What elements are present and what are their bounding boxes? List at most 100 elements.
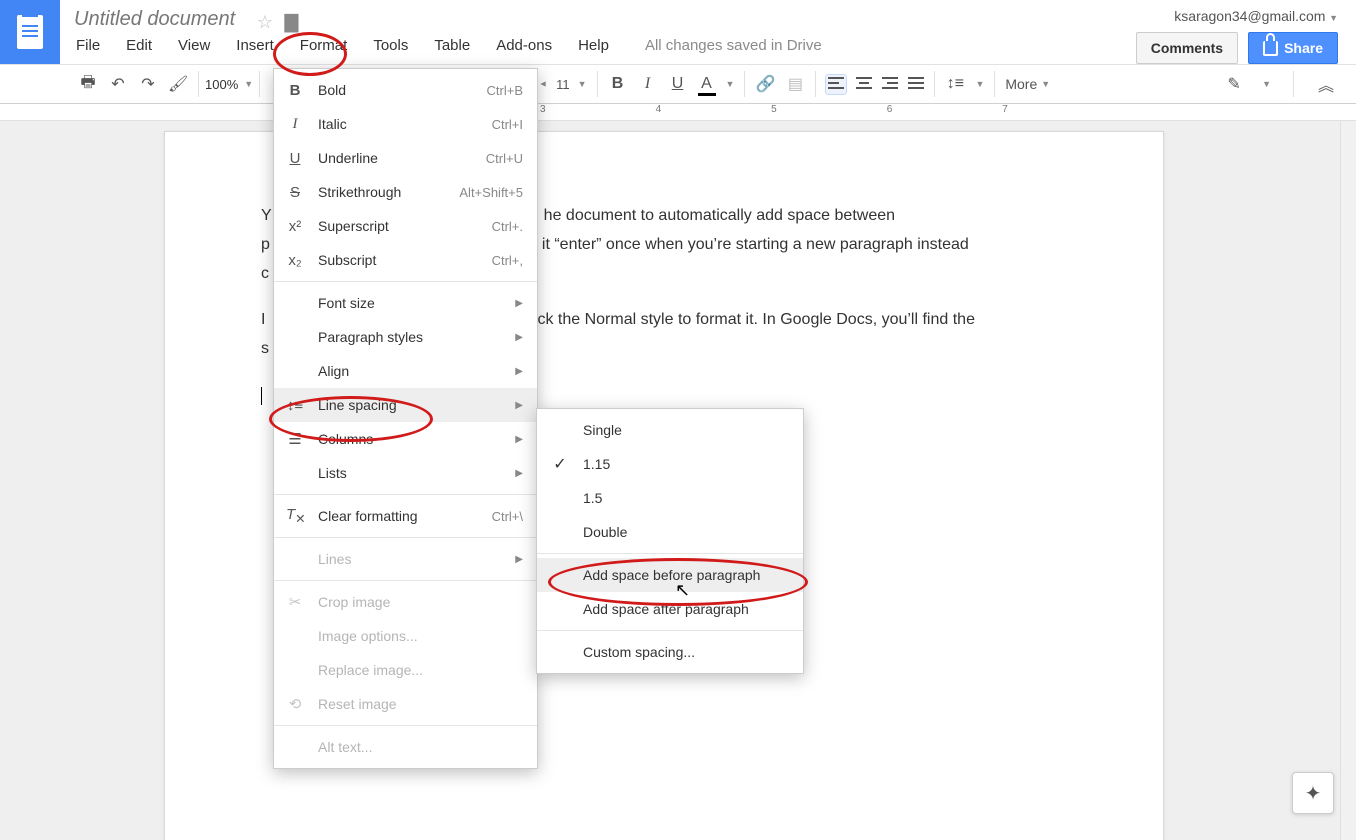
spacing-single[interactable]: Single (537, 413, 803, 447)
zoom-select[interactable]: 100%▼ (203, 77, 255, 92)
clear-format-icon: T✕ (286, 506, 304, 526)
menu-file[interactable]: File (74, 35, 102, 56)
spacing-1-15[interactable]: ✓1.15 (537, 447, 803, 481)
underline-icon: U (286, 150, 304, 167)
chevron-right-icon: ▶ (515, 366, 523, 377)
format-columns[interactable]: ☰Columns▶ (274, 422, 537, 456)
bold-icon: B (286, 82, 304, 99)
format-menu-dropdown: BBoldCtrl+B IItalicCtrl+I UUnderlineCtrl… (273, 68, 538, 769)
format-lists[interactable]: Lists▶ (274, 456, 537, 490)
crop-icon: ✂ (286, 593, 304, 611)
body-text: Y (261, 207, 272, 224)
menu-insert[interactable]: Insert (234, 35, 276, 56)
chevron-right-icon: ▶ (515, 400, 523, 411)
insert-link-icon[interactable]: 🔗 (755, 74, 775, 94)
format-paragraph-styles[interactable]: Paragraph styles▶ (274, 320, 537, 354)
paint-format-icon[interactable]: 🖌 (168, 74, 188, 94)
caret-down-icon: ▼ (975, 79, 984, 89)
undo-icon[interactable]: ↶ (108, 74, 128, 94)
italic-icon: I (286, 116, 304, 133)
caret-down-icon: ▼ (1329, 13, 1338, 23)
body-text: it “enter” once when you’re starting a n… (542, 236, 969, 253)
menu-format[interactable]: Format (298, 35, 350, 56)
superscript-icon: x² (286, 218, 304, 235)
reset-image-icon: ⟲ (286, 695, 304, 713)
italic-button[interactable]: I (638, 75, 658, 93)
save-status: All changes saved in Drive (645, 37, 822, 54)
format-superscript[interactable]: x²SuperscriptCtrl+. (274, 209, 537, 243)
menu-view[interactable]: View (176, 35, 212, 56)
vertical-scrollbar[interactable] (1340, 121, 1356, 840)
collapse-icon[interactable]: ︽ (1316, 72, 1336, 96)
font-size-value: 11 (556, 77, 570, 92)
align-justify-button[interactable] (908, 77, 924, 92)
account-area: ksaragon34@gmail.com ▼ Comments Share (1136, 0, 1356, 64)
menu-tools[interactable]: Tools (371, 35, 410, 56)
format-align[interactable]: Align▶ (274, 354, 537, 388)
format-clear-formatting[interactable]: T✕Clear formattingCtrl+\ (274, 499, 537, 533)
title-bar: Untitled document ☆ ▇ File Edit View Ins… (0, 0, 1356, 65)
underline-button[interactable]: U (668, 75, 688, 93)
align-right-button[interactable] (882, 77, 898, 92)
folder-icon[interactable]: ▇ (284, 13, 302, 31)
document-title[interactable]: Untitled document (74, 8, 235, 30)
format-image-options: Image options... (274, 619, 537, 653)
ruler[interactable]: 34567 (0, 104, 1356, 121)
body-text: c (261, 265, 269, 282)
explore-button[interactable]: ✦ (1292, 772, 1334, 814)
editing-mode-icon[interactable]: ✎ (1224, 74, 1244, 94)
redo-icon[interactable]: ↷ (138, 74, 158, 94)
format-strikethrough[interactable]: SStrikethroughAlt+Shift+5 (274, 175, 537, 209)
format-font-size[interactable]: Font size▶ (274, 286, 537, 320)
menu-help[interactable]: Help (576, 35, 611, 56)
title-area: Untitled document ☆ ▇ File Edit View Ins… (60, 0, 822, 56)
body-text: he document to automatically add space b… (544, 207, 895, 224)
format-bold[interactable]: BBoldCtrl+B (274, 73, 537, 107)
share-button[interactable]: Share (1248, 32, 1338, 64)
more-button[interactable]: More▼ (999, 76, 1056, 92)
caret-down-icon: ▼ (244, 79, 253, 89)
spacing-1-5[interactable]: 1.5 (537, 481, 803, 515)
comments-button[interactable]: Comments (1136, 32, 1238, 64)
bold-button[interactable]: B (608, 75, 628, 93)
lock-icon (1263, 41, 1278, 56)
format-underline[interactable]: UUnderlineCtrl+U (274, 141, 537, 175)
spacing-double[interactable]: Double (537, 515, 803, 549)
add-space-before-paragraph[interactable]: Add space before paragraph (537, 558, 803, 592)
chevron-right-icon: ▶ (515, 332, 523, 343)
menu-edit[interactable]: Edit (124, 35, 154, 56)
print-icon[interactable]: 🖶 (78, 71, 98, 98)
chevron-right-icon: ▶ (515, 468, 523, 479)
format-italic[interactable]: IItalicCtrl+I (274, 107, 537, 141)
toolbar: 🖶 ↶ ↷ 🖌 100%▼ ▼ 11 ▼ B I U A ▼ 🔗 ▤ ↕≡▼ M… (0, 65, 1356, 104)
format-replace-image: Replace image... (274, 653, 537, 687)
caret-down-icon: ▼ (1041, 79, 1050, 89)
line-spacing-button[interactable]: ↕≡▼ (939, 75, 990, 93)
columns-icon: ☰ (286, 430, 304, 448)
caret-down-icon: ▼ (578, 79, 587, 89)
format-lines: Lines▶ (274, 542, 537, 576)
format-alt-text: Alt text... (274, 730, 537, 764)
add-space-after-paragraph[interactable]: Add space after paragraph (537, 592, 803, 626)
account-email[interactable]: ksaragon34@gmail.com ▼ (1174, 8, 1338, 24)
chevron-right-icon: ▶ (515, 298, 523, 309)
title-icons: ☆ ▇ (257, 13, 309, 31)
check-icon: ✓ (551, 454, 569, 474)
format-subscript[interactable]: x₂SubscriptCtrl+, (274, 243, 537, 277)
star-icon[interactable]: ☆ (257, 13, 275, 31)
custom-spacing[interactable]: Custom spacing... (537, 635, 803, 669)
menu-addons[interactable]: Add-ons (494, 35, 554, 56)
docs-logo[interactable] (0, 0, 60, 64)
align-left-button[interactable] (826, 75, 846, 94)
chevron-right-icon: ▶ (515, 434, 523, 445)
menu-table[interactable]: Table (432, 35, 472, 56)
strikethrough-icon: S (286, 184, 304, 201)
caret-down-icon: ▼ (1262, 79, 1271, 89)
text-color-button[interactable]: A (698, 75, 716, 93)
caret-down-icon: ▼ (726, 79, 735, 89)
align-center-button[interactable] (856, 77, 872, 92)
format-line-spacing[interactable]: ↕≡Line spacing▶ (274, 388, 537, 422)
text-cursor (261, 387, 262, 405)
font-size-select[interactable]: ▼ 11 ▼ (533, 77, 592, 92)
add-comment-icon[interactable]: ▤ (785, 74, 805, 94)
